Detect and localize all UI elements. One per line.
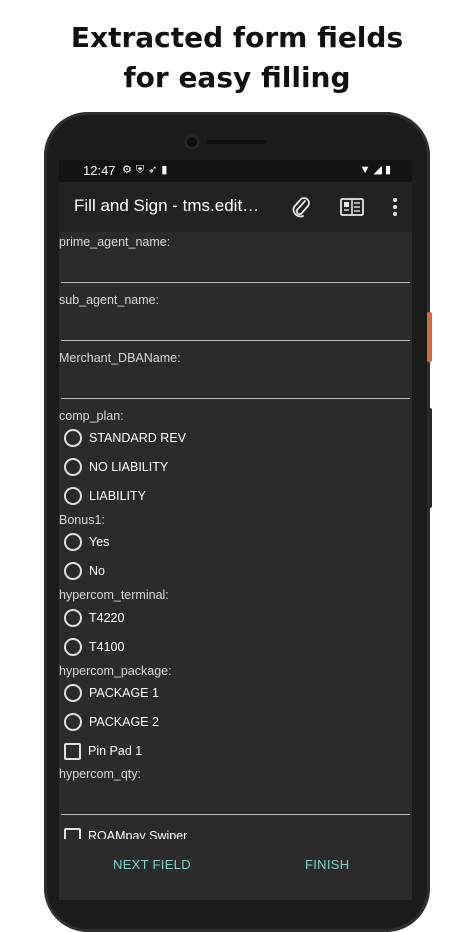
sub-agent-name-label: sub_agent_name: xyxy=(59,293,160,307)
hypercom-package-option-package-1[interactable]: PACKAGE 1 xyxy=(64,683,159,703)
checkbox-icon xyxy=(64,742,81,760)
hypercom-qty-input[interactable] xyxy=(59,784,412,814)
bonus1-label: Bonus1: xyxy=(59,513,105,527)
hypercom-package-option-package-2[interactable]: PACKAGE 2 xyxy=(64,712,159,732)
wifi-icon: ▼ xyxy=(359,164,374,176)
comp-plan-label: comp_plan: xyxy=(59,409,124,423)
volume-button xyxy=(427,408,432,508)
promo-headline-line-1: Extracted form fields xyxy=(70,21,404,54)
hypercom-qty-underline xyxy=(61,814,410,815)
overflow-menu-icon xyxy=(393,198,397,216)
sub-agent-name-input[interactable] xyxy=(59,310,412,340)
radio-icon xyxy=(64,487,82,505)
sim-icon: ▮ xyxy=(161,164,172,176)
earpiece-speaker xyxy=(207,140,267,144)
prime-agent-name-label: prime_agent_name: xyxy=(59,235,171,249)
app-title: Fill and Sign - tms.edit… xyxy=(74,196,260,215)
prime-agent-name-input[interactable] xyxy=(59,252,412,282)
option-label: LIABILITY xyxy=(89,489,146,503)
option-label: PACKAGE 1 xyxy=(89,686,159,700)
status-icons-left: ⚙⛨➶▮ xyxy=(122,163,171,177)
option-label: PACKAGE 2 xyxy=(89,715,159,729)
promo-headline-line-2: for easy filling xyxy=(123,61,351,94)
merchant-dba-name-input[interactable] xyxy=(59,368,412,398)
reader-view-button[interactable] xyxy=(339,194,365,220)
attach-button[interactable] xyxy=(288,194,314,220)
reader-view-icon xyxy=(340,198,364,216)
option-label: Yes xyxy=(89,535,110,549)
paperclip-icon xyxy=(292,197,310,218)
gear-icon: ⚙ xyxy=(122,164,136,176)
hypercom-package-label: hypercom_package: xyxy=(59,664,172,678)
bottom-action-bar: NEXT FIELD FINISH xyxy=(59,839,412,900)
form-fields-list[interactable]: prime_agent_name: sub_agent_name: Mercha… xyxy=(59,232,412,832)
comp-plan-option-no-liability[interactable]: NO LIABILITY xyxy=(64,457,168,477)
overflow-menu-button[interactable] xyxy=(382,194,408,220)
prime-agent-name-underline xyxy=(61,282,410,283)
option-label: STANDARD REV xyxy=(89,431,187,445)
option-label: No xyxy=(89,564,105,578)
nav-icon: ➶ xyxy=(148,164,162,176)
battery-icon: ▮ xyxy=(384,164,394,176)
comp-plan-option-liability[interactable]: LIABILITY xyxy=(64,486,146,506)
hypercom-terminal-label: hypercom_terminal: xyxy=(59,588,169,602)
option-label: T4220 xyxy=(89,611,125,625)
hypercom-qty-label: hypercom_qty: xyxy=(59,767,141,781)
checkbox-label: Pin Pad 1 xyxy=(88,744,143,758)
radio-icon xyxy=(64,713,82,731)
status-time: 12:47 xyxy=(83,163,116,178)
merchant-dba-name-underline xyxy=(61,398,410,399)
radio-icon xyxy=(64,562,82,580)
radio-icon xyxy=(64,429,82,447)
option-label: T4100 xyxy=(89,640,125,654)
next-field-button[interactable]: NEXT FIELD xyxy=(113,857,191,872)
radio-icon xyxy=(64,609,82,627)
merchant-dba-name-label: Merchant_DBAName: xyxy=(59,351,181,365)
front-camera xyxy=(184,134,200,150)
status-icons-right: ▼◢▮ xyxy=(360,163,394,176)
shield-icon: ⛨ xyxy=(135,164,149,176)
sub-agent-name-underline xyxy=(61,340,410,341)
option-label: NO LIABILITY xyxy=(89,460,169,474)
signal-icon: ◢ xyxy=(373,164,385,176)
hypercom-terminal-option-t4220[interactable]: T4220 xyxy=(64,608,124,628)
hypercom-terminal-option-t4100[interactable]: T4100 xyxy=(64,637,124,657)
promo-headline: Extracted form fields for easy filling xyxy=(0,18,474,98)
radio-icon xyxy=(64,684,82,702)
radio-icon xyxy=(64,458,82,476)
finish-button[interactable]: FINISH xyxy=(305,857,349,872)
device-screen: 12:47 ⚙⛨➶▮ ▼◢▮ Fill and Sign - tms.edit… xyxy=(59,160,412,900)
status-bar: 12:47 ⚙⛨➶▮ ▼◢▮ xyxy=(59,160,412,182)
app-bar: Fill and Sign - tms.edit… xyxy=(59,182,412,232)
radio-icon xyxy=(64,638,82,656)
bonus1-option-no[interactable]: No xyxy=(64,561,105,581)
pin-pad-1-checkbox[interactable]: Pin Pad 1 xyxy=(64,741,142,761)
bonus1-option-yes[interactable]: Yes xyxy=(64,532,109,552)
comp-plan-option-standard-rev[interactable]: STANDARD REV xyxy=(64,428,186,448)
radio-icon xyxy=(64,533,82,551)
power-button xyxy=(427,312,432,362)
